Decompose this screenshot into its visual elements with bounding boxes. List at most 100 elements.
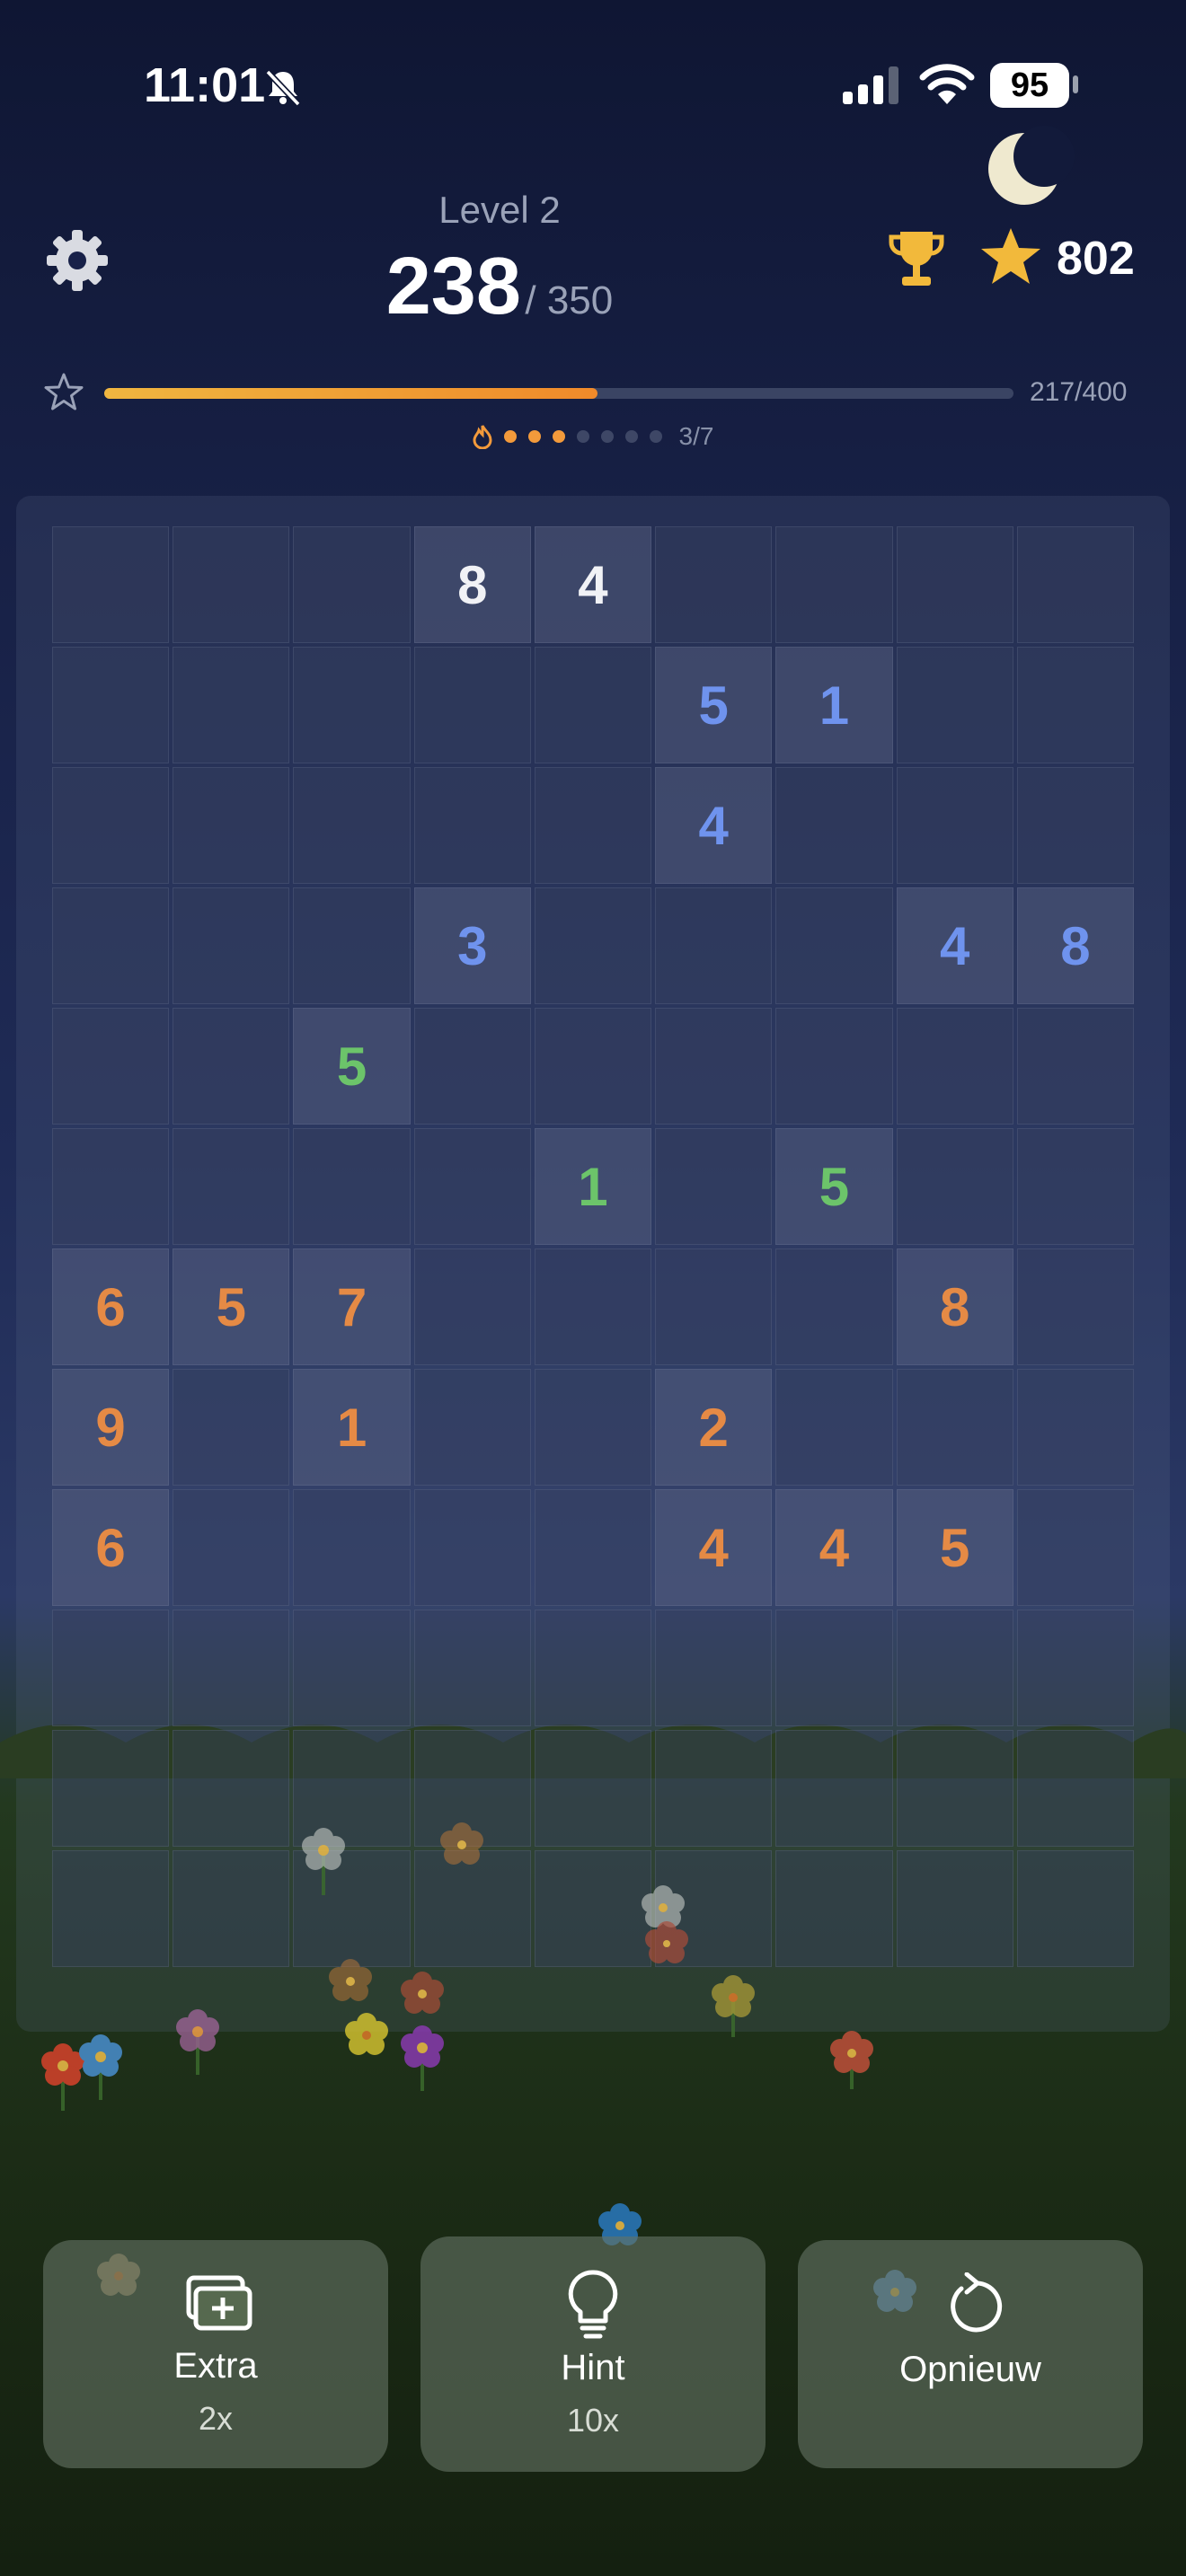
grid-cell[interactable] [413, 1489, 531, 1606]
grid-cell[interactable]: 8 [1016, 887, 1134, 1004]
grid-cell[interactable]: 1 [293, 1369, 411, 1486]
grid-cell[interactable] [173, 1008, 290, 1125]
grid-cell[interactable] [655, 1850, 773, 1967]
grid-cell[interactable] [655, 1248, 773, 1365]
extra-button[interactable]: Extra 2x [43, 2240, 388, 2468]
grid-cell[interactable] [52, 1008, 170, 1125]
grid-cell[interactable]: 7 [293, 1248, 411, 1365]
grid-cell[interactable]: 9 [52, 1369, 170, 1486]
grid-cell[interactable] [1016, 1248, 1134, 1365]
grid-cell[interactable] [413, 1128, 531, 1245]
grid-cell[interactable] [293, 1610, 411, 1726]
grid-cell[interactable] [775, 1248, 893, 1365]
grid-cell[interactable]: 5 [293, 1008, 411, 1125]
grid-cell[interactable]: 4 [775, 1489, 893, 1606]
grid-cell[interactable]: 5 [655, 647, 773, 763]
grid-cell[interactable] [534, 767, 652, 884]
gear-icon[interactable] [43, 226, 111, 295]
grid-cell[interactable] [413, 1610, 531, 1726]
grid-cell[interactable] [1016, 1008, 1134, 1125]
grid-cell[interactable]: 5 [775, 1128, 893, 1245]
grid-cell[interactable] [775, 1369, 893, 1486]
grid-cell[interactable] [293, 1730, 411, 1847]
grid-cell[interactable] [775, 1610, 893, 1726]
grid-cell[interactable]: 6 [52, 1489, 170, 1606]
grid-cell[interactable] [52, 647, 170, 763]
grid-cell[interactable] [534, 887, 652, 1004]
grid-cell[interactable]: 4 [534, 526, 652, 643]
grid-cell[interactable] [413, 1248, 531, 1365]
grid-cell[interactable] [413, 1850, 531, 1967]
grid-cell[interactable] [293, 526, 411, 643]
grid-cell[interactable] [896, 1128, 1013, 1245]
grid-cell[interactable]: 8 [413, 526, 531, 643]
grid-cell[interactable] [896, 1730, 1013, 1847]
grid-cell[interactable] [655, 887, 773, 1004]
grid-cell[interactable] [775, 1730, 893, 1847]
grid-cell[interactable] [534, 1369, 652, 1486]
grid-cell[interactable]: 4 [655, 767, 773, 884]
grid-cell[interactable] [1016, 1610, 1134, 1726]
grid-cell[interactable] [1016, 526, 1134, 643]
grid-cell[interactable] [173, 1369, 290, 1486]
grid-cell[interactable] [52, 1730, 170, 1847]
grid-cell[interactable]: 5 [896, 1489, 1013, 1606]
grid-cell[interactable] [1016, 1369, 1134, 1486]
grid-cell[interactable]: 8 [896, 1248, 1013, 1365]
grid-cell[interactable] [896, 1610, 1013, 1726]
grid-cell[interactable]: 1 [775, 647, 893, 763]
grid-cell[interactable] [173, 1850, 290, 1967]
grid-cell[interactable] [1016, 1489, 1134, 1606]
grid-cell[interactable] [173, 1489, 290, 1606]
grid-cell[interactable]: 4 [655, 1489, 773, 1606]
restart-button[interactable]: Opnieuw [798, 2240, 1143, 2468]
grid-cell[interactable]: 3 [413, 887, 531, 1004]
grid-cell[interactable] [52, 1128, 170, 1245]
grid-cell[interactable] [534, 1850, 652, 1967]
grid-cell[interactable] [173, 887, 290, 1004]
grid-cell[interactable] [775, 1850, 893, 1967]
grid-cell[interactable] [173, 1730, 290, 1847]
grid-cell[interactable] [534, 1489, 652, 1606]
trophy-icon[interactable] [888, 228, 945, 289]
grid-cell[interactable] [413, 1730, 531, 1847]
grid-cell[interactable] [413, 1369, 531, 1486]
grid-cell[interactable] [896, 1850, 1013, 1967]
grid-cell[interactable]: 5 [173, 1248, 290, 1365]
grid-cell[interactable] [655, 1610, 773, 1726]
grid-cell[interactable] [655, 526, 773, 643]
grid-cell[interactable] [413, 647, 531, 763]
grid-cell[interactable] [52, 1850, 170, 1967]
grid-cell[interactable] [534, 1248, 652, 1365]
grid-cell[interactable]: 1 [534, 1128, 652, 1245]
grid-cell[interactable] [52, 1610, 170, 1726]
grid-cell[interactable] [1016, 1128, 1134, 1245]
grid-cell[interactable] [293, 1128, 411, 1245]
grid-cell[interactable] [1016, 1850, 1134, 1967]
grid-cell[interactable] [413, 1008, 531, 1125]
grid-cell[interactable] [52, 767, 170, 884]
grid-cell[interactable] [293, 647, 411, 763]
grid-cell[interactable] [1016, 1730, 1134, 1847]
grid-cell[interactable] [52, 887, 170, 1004]
grid-cell[interactable] [534, 1730, 652, 1847]
grid-cell[interactable] [534, 1610, 652, 1726]
grid-cell[interactable] [173, 647, 290, 763]
grid-cell[interactable]: 4 [896, 887, 1013, 1004]
grid-cell[interactable] [173, 767, 290, 884]
grid-cell[interactable] [775, 887, 893, 1004]
grid-cell[interactable] [173, 1610, 290, 1726]
grid-cell[interactable] [293, 767, 411, 884]
grid-cell[interactable] [896, 767, 1013, 884]
hint-button[interactable]: Hint 10x [420, 2236, 766, 2472]
grid-cell[interactable] [293, 887, 411, 1004]
grid-cell[interactable] [293, 1489, 411, 1606]
grid-cell[interactable] [173, 526, 290, 643]
grid-cell[interactable] [775, 526, 893, 643]
grid-cell[interactable] [896, 647, 1013, 763]
grid-cell[interactable]: 6 [52, 1248, 170, 1365]
grid-cell[interactable] [173, 1128, 290, 1245]
grid-cell[interactable] [534, 1008, 652, 1125]
grid-cell[interactable] [896, 526, 1013, 643]
grid-cell[interactable] [293, 1850, 411, 1967]
